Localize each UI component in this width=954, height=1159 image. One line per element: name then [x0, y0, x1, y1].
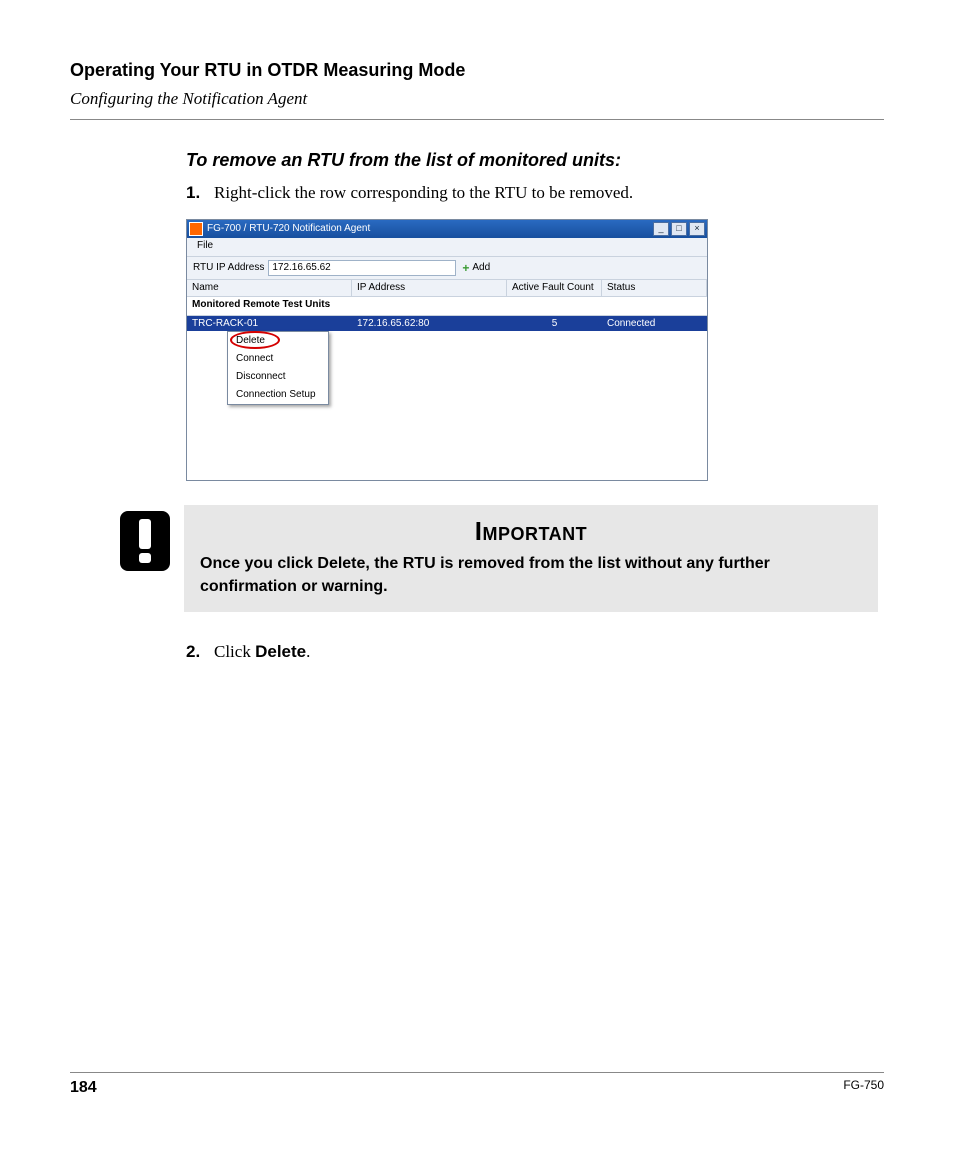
cell-ip: 172.16.65.62:80 [352, 316, 507, 331]
col-afc[interactable]: Active Fault Count [507, 280, 602, 296]
footer-rule [70, 1072, 884, 1073]
page-header-title: Operating Your RTU in OTDR Measuring Mod… [70, 58, 884, 83]
window-titlebar: FG-700 / RTU-720 Notification Agent _ □ … [187, 220, 707, 238]
task-heading: To remove an RTU from the list of monito… [186, 148, 878, 173]
page-footer: 184 FG-750 [70, 1072, 884, 1099]
close-button[interactable]: × [689, 222, 705, 236]
important-icon [120, 511, 170, 571]
column-headers: Name IP Address Active Fault Count Statu… [187, 280, 707, 297]
maximize-button[interactable]: □ [671, 222, 687, 236]
ctx-delete[interactable]: Delete [228, 332, 328, 350]
col-ip[interactable]: IP Address [352, 280, 507, 296]
important-callout: Important Once you click Delete, the RTU… [120, 505, 878, 612]
section-header: Monitored Remote Test Units [187, 297, 707, 316]
ip-input[interactable]: 172.16.65.62 [268, 260, 456, 276]
plus-icon: + [462, 263, 469, 273]
important-title: Important [200, 513, 862, 549]
app-icon [189, 222, 203, 236]
col-name[interactable]: Name [187, 280, 352, 296]
add-button-label: Add [472, 261, 490, 275]
ctx-delete-label: Delete [236, 335, 265, 346]
step-1: 1. Right-click the row corresponding to … [186, 181, 878, 205]
step-2: 2. Click Delete. [186, 640, 878, 664]
important-body: Once you click Delete, the RTU is remove… [200, 553, 862, 598]
cell-name: TRC-RACK-01 [187, 316, 352, 331]
ctx-connection-setup[interactable]: Connection Setup [228, 386, 328, 404]
step-text: Click Delete. [214, 640, 878, 664]
cell-afc: 5 [507, 316, 602, 331]
window-title: FG-700 / RTU-720 Notification Agent [207, 222, 651, 236]
add-button[interactable]: + Add [462, 261, 490, 275]
address-row: RTU IP Address 172.16.65.62 + Add [187, 257, 707, 280]
app-screenshot: FG-700 / RTU-720 Notification Agent _ □ … [186, 219, 708, 481]
ctx-connect[interactable]: Connect [228, 350, 328, 368]
menu-bar: File [187, 238, 707, 257]
page-header-subtitle: Configuring the Notification Agent [70, 87, 884, 111]
step-number: 1. [186, 181, 214, 205]
header-rule [70, 119, 884, 120]
menu-file[interactable]: File [193, 239, 217, 253]
cell-status: Connected [602, 316, 707, 331]
step-text: Right-click the row corresponding to the… [214, 181, 878, 205]
ctx-disconnect[interactable]: Disconnect [228, 368, 328, 386]
step-number: 2. [186, 640, 214, 664]
context-menu: Delete Connect Disconnect Connection Set… [227, 331, 329, 405]
ip-label: RTU IP Address [193, 261, 264, 275]
page-number: 184 [70, 1077, 97, 1099]
col-status[interactable]: Status [602, 280, 707, 296]
doc-id: FG-750 [843, 1077, 884, 1099]
table-row[interactable]: TRC-RACK-01 172.16.65.62:80 5 Connected … [187, 316, 707, 331]
minimize-button[interactable]: _ [653, 222, 669, 236]
